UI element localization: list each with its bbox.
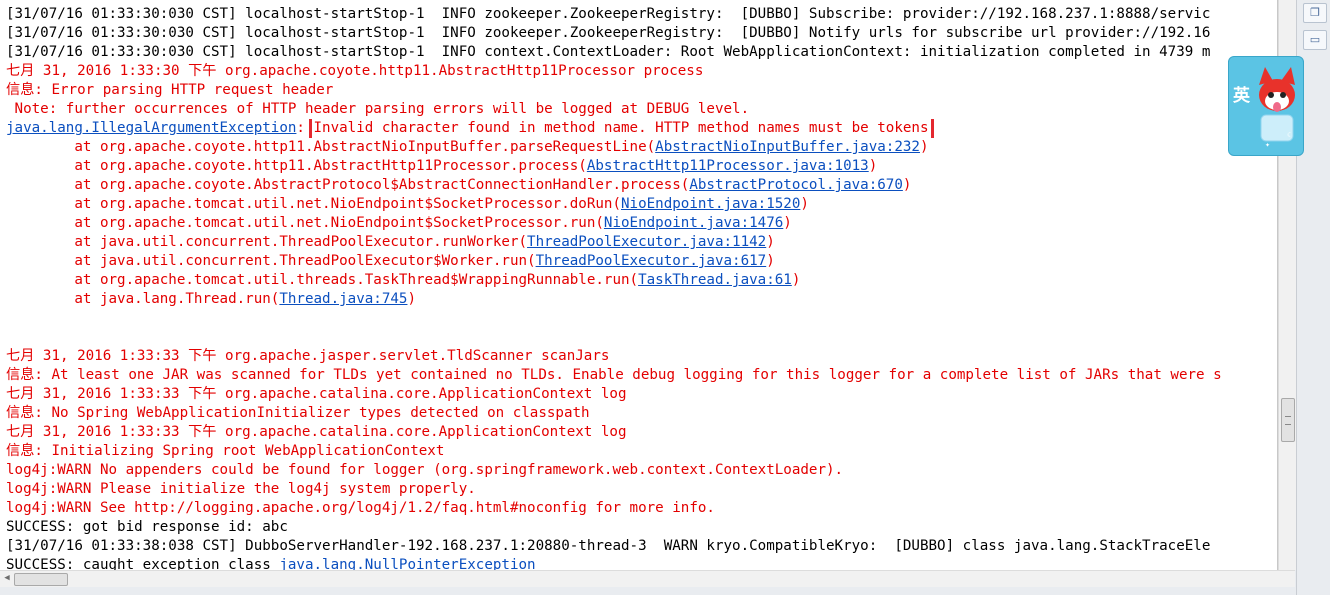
console-line: 七月 31, 2016 1:33:30 下午 org.apache.coyote… — [6, 62, 1277, 81]
log-text: ) — [407, 291, 417, 307]
svg-text:✦: ✦ — [1265, 142, 1270, 149]
log-text: Note: further occurrences of HTTP header… — [6, 101, 750, 117]
log-text: ) — [902, 177, 912, 193]
log-text: : — [296, 120, 314, 136]
ime-mode-label: 英 — [1233, 86, 1250, 106]
vertical-scroll-thumb[interactable] — [1281, 398, 1295, 442]
console-line: at java.lang.Thread.run(Thread.java:745) — [6, 290, 1277, 309]
console-line: at org.apache.coyote.http11.AbstractNioI… — [6, 138, 1277, 157]
log-text: at org.apache.tomcat.util.threads.TaskTh… — [6, 272, 639, 288]
log-text: ) — [868, 158, 878, 174]
highlighted-error-message: Invalid character found in method name. … — [308, 119, 934, 138]
console-line: SUCCESS: got bid response id: abc — [6, 518, 1277, 537]
console-lines: [31/07/16 01:33:30:030 CST] localhost-st… — [6, 5, 1277, 570]
console-line: 七月 31, 2016 1:33:33 下午 org.apache.jasper… — [6, 347, 1277, 366]
console-line: 信息: Error parsing HTTP request header — [6, 81, 1277, 100]
source-link[interactable]: TaskThread.java:61 — [638, 272, 792, 288]
log-text: at org.apache.coyote.AbstractProtocol$Ab… — [6, 177, 690, 193]
console-line: java.lang.IllegalArgumentException: Inva… — [6, 119, 1277, 138]
log-text: 七月 31, 2016 1:33:33 下午 org.apache.catali… — [6, 424, 627, 440]
minimize-icon[interactable]: ▭ — [1303, 30, 1327, 50]
log-text: ) — [766, 253, 775, 269]
source-link[interactable]: AbstractProtocol.java:670 — [689, 177, 903, 193]
restore-icon[interactable]: ❐ — [1303, 3, 1327, 23]
log-text: at org.apache.coyote.http11.AbstractHttp… — [6, 158, 587, 174]
log-text: log4j:WARN No appenders could be found f… — [6, 462, 844, 478]
console-line: 信息: Initializing Spring root WebApplicat… — [6, 442, 1277, 461]
source-link[interactable]: Thread.java:745 — [279, 291, 407, 307]
log-text: log4j:WARN See http://logging.apache.org… — [6, 500, 715, 516]
console-line: SUCCESS: caught exception class java.lan… — [6, 556, 1277, 570]
scroll-left-arrow-icon[interactable]: ◀ — [2, 573, 12, 584]
console-line: 信息: No Spring WebApplicationInitializer … — [6, 404, 1277, 423]
log-text: ) — [919, 139, 929, 155]
console-line: [31/07/16 01:33:38:038 CST] DubboServerH… — [6, 537, 1277, 556]
source-link[interactable]: ThreadPoolExecutor.java:617 — [536, 253, 767, 269]
log-text: [31/07/16 01:33:30:030 CST] localhost-st… — [6, 6, 1211, 22]
log-text: log4j:WARN Please initialize the log4j s… — [6, 481, 476, 497]
source-link[interactable]: NioEndpoint.java:1476 — [604, 215, 783, 231]
horizontal-scrollbar[interactable]: ◀ — [0, 570, 1295, 587]
console-line: at java.util.concurrent.ThreadPoolExecut… — [6, 252, 1277, 271]
log-text: ) — [766, 234, 775, 250]
console-line: at org.apache.coyote.AbstractProtocol$Ab… — [6, 176, 1277, 195]
log-text: 七月 31, 2016 1:33:33 下午 org.apache.jasper… — [6, 348, 610, 364]
console-line: at org.apache.tomcat.util.net.NioEndpoin… — [6, 195, 1277, 214]
console-line: log4j:WARN See http://logging.apache.org… — [6, 499, 1277, 518]
console-line: 七月 31, 2016 1:33:33 下午 org.apache.catali… — [6, 385, 1277, 404]
horizontal-scroll-thumb[interactable] — [14, 573, 68, 586]
console-line: [31/07/16 01:33:30:030 CST] localhost-st… — [6, 5, 1277, 24]
console-output[interactable]: [31/07/16 01:33:30:030 CST] localhost-st… — [0, 0, 1278, 570]
console-line: 七月 31, 2016 1:33:33 下午 org.apache.catali… — [6, 423, 1277, 442]
log-text: [31/07/16 01:33:30:030 CST] localhost-st… — [6, 44, 1211, 60]
log-text: at org.apache.tomcat.util.net.NioEndpoin… — [6, 196, 621, 212]
log-text: 信息: Error parsing HTTP request header — [6, 82, 334, 98]
console-line: [31/07/16 01:33:30:030 CST] localhost-st… — [6, 24, 1277, 43]
log-text: SUCCESS: got bid response id: abc — [6, 519, 288, 535]
console-line: Note: further occurrences of HTTP header… — [6, 100, 1277, 119]
log-text: SUCCESS: caught exception class — [6, 557, 280, 570]
svg-text:☾: ☾ — [1287, 131, 1293, 139]
log-text: at java.lang.Thread.run( — [6, 291, 280, 307]
source-link[interactable]: AbstractHttp11Processor.java:1013 — [587, 158, 869, 174]
log-text: ) — [783, 215, 792, 231]
console-line: log4j:WARN No appenders could be found f… — [6, 461, 1277, 480]
console-line: log4j:WARN Please initialize the log4j s… — [6, 480, 1277, 499]
log-text: at java.util.concurrent.ThreadPoolExecut… — [6, 234, 528, 250]
source-link[interactable]: java.lang.IllegalArgumentException — [6, 120, 296, 136]
log-text: 信息: Initializing Spring root WebApplicat… — [6, 443, 445, 459]
log-text: 七月 31, 2016 1:33:33 下午 org.apache.catali… — [6, 386, 627, 402]
source-link[interactable]: java.lang.NullPointerException — [279, 557, 535, 570]
log-text: 信息: No Spring WebApplicationInitializer … — [6, 405, 590, 421]
console-line: [31/07/16 01:33:30:030 CST] localhost-st… — [6, 43, 1277, 62]
console-line: at java.util.concurrent.ThreadPoolExecut… — [6, 233, 1277, 252]
log-text: 七月 31, 2016 1:33:30 下午 org.apache.coyote… — [6, 63, 704, 79]
log-text: 信息: At least one JAR was scanned for TLD… — [6, 367, 1222, 383]
log-text: ) — [800, 196, 809, 212]
console-line: at org.apache.tomcat.util.net.NioEndpoin… — [6, 214, 1277, 233]
source-link[interactable]: NioEndpoint.java:1520 — [621, 196, 800, 212]
log-text: at java.util.concurrent.ThreadPoolExecut… — [6, 253, 536, 269]
log-text: at org.apache.coyote.http11.AbstractNioI… — [6, 139, 656, 155]
source-link[interactable]: AbstractNioInputBuffer.java:232 — [655, 139, 920, 155]
ime-language-widget[interactable]: 英 ☾ ✦ — [1228, 56, 1304, 156]
log-text: at org.apache.tomcat.util.net.NioEndpoin… — [6, 215, 604, 231]
log-text: [31/07/16 01:33:30:030 CST] localhost-st… — [6, 25, 1211, 41]
console-line: at org.apache.coyote.http11.AbstractHttp… — [6, 157, 1277, 176]
console-line: 信息: At least one JAR was scanned for TLD… — [6, 366, 1277, 385]
log-text: ) — [791, 272, 801, 288]
fox-mascot-icon: ☾ ✦ — [1259, 67, 1295, 149]
log-text: [31/07/16 01:33:38:038 CST] DubboServerH… — [6, 538, 1211, 554]
console-line: at org.apache.tomcat.util.threads.TaskTh… — [6, 271, 1277, 290]
source-link[interactable]: ThreadPoolExecutor.java:1142 — [527, 234, 766, 250]
